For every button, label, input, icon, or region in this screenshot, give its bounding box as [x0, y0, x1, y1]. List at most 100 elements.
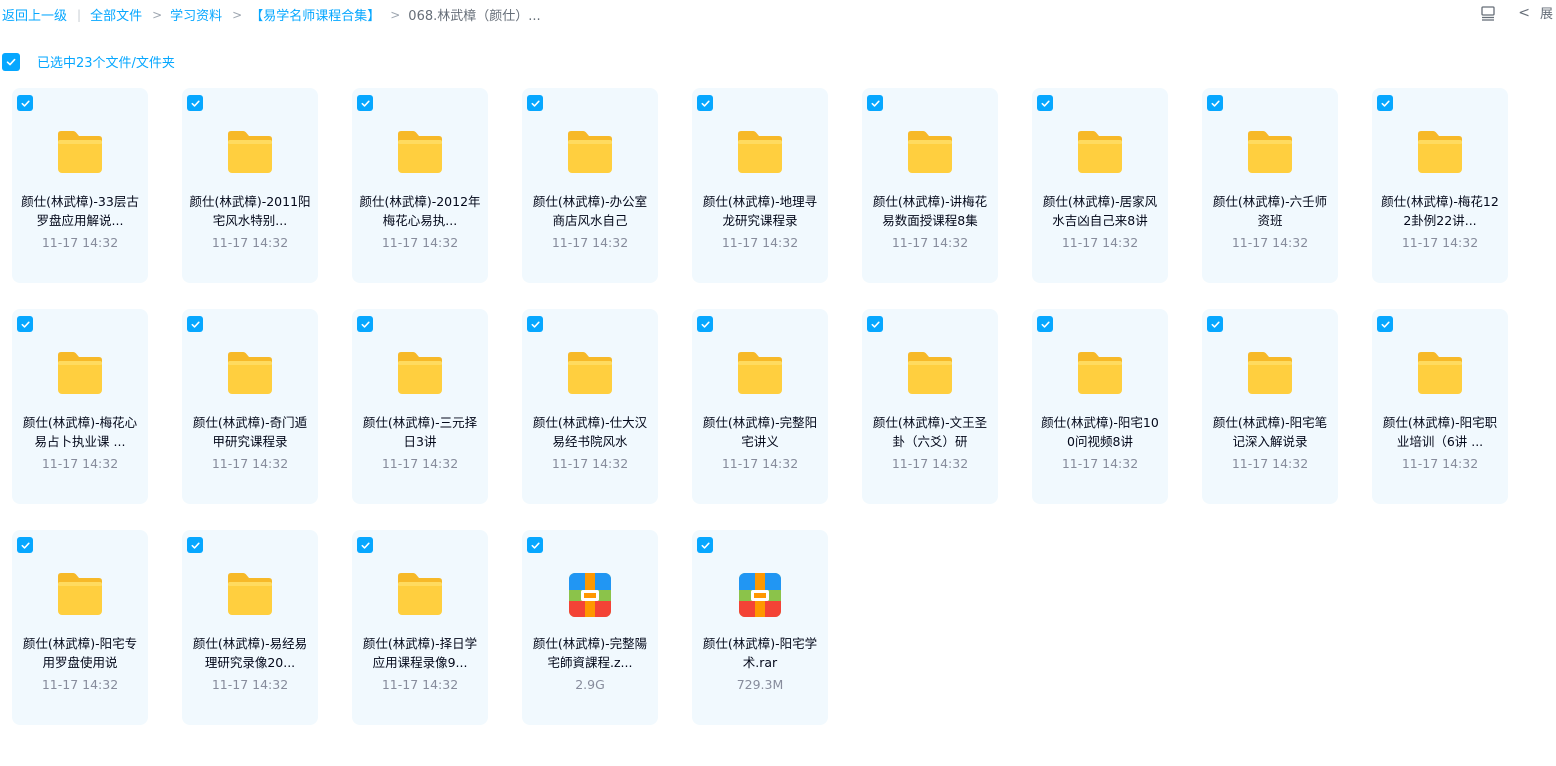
file-card[interactable]: 颜仕(林武樟)-阳宅学术.rar 729.3M	[692, 530, 828, 725]
file-name[interactable]: 颜仕(林武樟)-地理寻龙研究课程录	[698, 192, 822, 230]
file-card[interactable]: 颜仕(林武樟)-三元择日3讲 11-17 14:32	[352, 309, 488, 504]
file-name[interactable]: 颜仕(林武樟)-2011阳宅风水特别...	[188, 192, 312, 230]
file-name[interactable]: 颜仕(林武樟)-奇门遁甲研究课程录	[188, 413, 312, 451]
check-icon	[701, 542, 710, 549]
file-checkbox[interactable]	[1377, 95, 1393, 111]
check-icon	[21, 100, 30, 107]
folder-icon	[394, 128, 446, 178]
file-checkbox[interactable]	[357, 316, 373, 332]
file-checkbox[interactable]	[17, 95, 33, 111]
file-card[interactable]: 颜仕(林武樟)-完整阳宅讲义 11-17 14:32	[692, 309, 828, 504]
file-card[interactable]: 颜仕(林武樟)-2011阳宅风水特别... 11-17 14:32	[182, 88, 318, 283]
file-checkbox[interactable]	[187, 95, 203, 111]
select-all[interactable]: 已选中23个文件/文件夹	[2, 52, 175, 71]
file-card[interactable]: 颜仕(林武樟)-仕大汉易经书院风水 11-17 14:32	[522, 309, 658, 504]
file-checkbox[interactable]	[527, 537, 543, 553]
breadcrumb-collection[interactable]: 【易学名师课程合集】	[250, 5, 380, 24]
file-date: 11-17 14:32	[211, 456, 289, 471]
file-name[interactable]: 颜仕(林武樟)-33层古罗盘应用解说...	[18, 192, 142, 230]
file-name[interactable]: 颜仕(林武樟)-居家风水吉凶自己来8讲	[1038, 192, 1162, 230]
file-date: 11-17 14:32	[41, 677, 119, 692]
file-checkbox[interactable]	[697, 537, 713, 553]
file-checkbox[interactable]	[187, 316, 203, 332]
file-card[interactable]: 颜仕(林武樟)-择日学应用课程录像9... 11-17 14:32	[352, 530, 488, 725]
folder-icon	[1244, 128, 1296, 178]
select-all-checkbox[interactable]	[2, 52, 20, 71]
file-card[interactable]: 颜仕(林武樟)-易经易理研究录像20... 11-17 14:32	[182, 530, 318, 725]
file-checkbox[interactable]	[17, 316, 33, 332]
file-name[interactable]: 颜仕(林武樟)-易经易理研究录像20...	[188, 634, 312, 672]
file-checkbox[interactable]	[697, 95, 713, 111]
folder-icon	[224, 128, 276, 178]
file-checkbox[interactable]	[187, 537, 203, 553]
file-card[interactable]: 颜仕(林武樟)-地理寻龙研究课程录 11-17 14:32	[692, 88, 828, 283]
file-checkbox[interactable]	[1037, 316, 1053, 332]
file-name[interactable]: 颜仕(林武樟)-阳宅100问视频8讲	[1038, 413, 1162, 451]
breadcrumb-study[interactable]: 学习资料	[170, 5, 222, 24]
file-name[interactable]: 颜仕(林武樟)-讲梅花易数面授课程8集	[868, 192, 992, 230]
file-name[interactable]: 颜仕(林武樟)-三元择日3讲	[358, 413, 482, 451]
file-checkbox[interactable]	[527, 95, 543, 111]
list-view-icon[interactable]	[1480, 5, 1496, 21]
file-card[interactable]: 颜仕(林武樟)-梅花心易占卜执业课 ... 11-17 14:32	[12, 309, 148, 504]
file-card[interactable]: 颜仕(林武樟)-梅花122卦例22讲... 11-17 14:32	[1372, 88, 1508, 283]
file-name[interactable]: 颜仕(林武樟)-阳宅学术.rar	[698, 634, 822, 672]
file-name[interactable]: 颜仕(林武樟)-阳宅职业培训（6讲 ...	[1378, 413, 1502, 451]
file-card[interactable]: 颜仕(林武樟)-阳宅笔记深入解说录 11-17 14:32	[1202, 309, 1338, 504]
check-icon	[1381, 321, 1390, 328]
file-name[interactable]: 颜仕(林武樟)-六壬师资班	[1208, 192, 1332, 230]
check-icon	[361, 100, 370, 107]
file-card[interactable]: 颜仕(林武樟)-讲梅花易数面授课程8集 11-17 14:32	[862, 88, 998, 283]
file-card[interactable]: 颜仕(林武樟)-阳宅职业培训（6讲 ... 11-17 14:32	[1372, 309, 1508, 504]
check-icon	[191, 100, 200, 107]
file-card[interactable]: 颜仕(林武樟)-2012年梅花心易执... 11-17 14:32	[352, 88, 488, 283]
archive-icon	[734, 570, 786, 620]
file-checkbox[interactable]	[357, 537, 373, 553]
file-size: 729.3M	[736, 677, 784, 692]
file-checkbox[interactable]	[1377, 316, 1393, 332]
expand-label[interactable]: 展	[1540, 3, 1556, 22]
folder-icon	[904, 349, 956, 399]
file-checkbox[interactable]	[1207, 95, 1223, 111]
file-name[interactable]: 颜仕(林武樟)-阳宅笔记深入解说录	[1208, 413, 1332, 451]
file-name[interactable]: 颜仕(林武樟)-择日学应用课程录像9...	[358, 634, 482, 672]
file-date: 11-17 14:32	[891, 456, 969, 471]
file-name[interactable]: 颜仕(林武樟)-仕大汉易经书院风水	[528, 413, 652, 451]
file-checkbox[interactable]	[867, 95, 883, 111]
breadcrumb-all-files[interactable]: 全部文件	[90, 5, 142, 24]
file-card[interactable]: 颜仕(林武樟)-居家风水吉凶自己来8讲 11-17 14:32	[1032, 88, 1168, 283]
file-card[interactable]: 颜仕(林武樟)-办公室商店风水自己 11-17 14:32	[522, 88, 658, 283]
file-card[interactable]: 颜仕(林武樟)-六壬师资班 11-17 14:32	[1202, 88, 1338, 283]
file-checkbox[interactable]	[17, 537, 33, 553]
back-link[interactable]: 返回上一级	[2, 5, 67, 24]
file-card[interactable]: 颜仕(林武樟)-奇门遁甲研究课程录 11-17 14:32	[182, 309, 318, 504]
file-name[interactable]: 颜仕(林武樟)-阳宅专用罗盘使用说	[18, 634, 142, 672]
file-name[interactable]: 颜仕(林武樟)-文王圣卦（六爻）研	[868, 413, 992, 451]
file-checkbox[interactable]	[1207, 316, 1223, 332]
folder-icon	[54, 349, 106, 399]
folder-icon	[904, 128, 956, 178]
file-checkbox[interactable]	[357, 95, 373, 111]
file-name[interactable]: 颜仕(林武樟)-办公室商店风水自己	[528, 192, 652, 230]
view-controls: < 展	[1480, 3, 1556, 22]
file-checkbox[interactable]	[867, 316, 883, 332]
chevron-right-icon: >	[390, 7, 401, 22]
folder-icon	[1074, 128, 1126, 178]
file-checkbox[interactable]	[697, 316, 713, 332]
file-date: 11-17 14:32	[381, 235, 459, 250]
file-card[interactable]: 颜仕(林武樟)-完整陽宅師資課程.z... 2.9G	[522, 530, 658, 725]
file-card[interactable]: 颜仕(林武樟)-阳宅专用罗盘使用说 11-17 14:32	[12, 530, 148, 725]
file-name[interactable]: 颜仕(林武樟)-梅花122卦例22讲...	[1378, 192, 1502, 230]
chevron-left-icon[interactable]: <	[1518, 5, 1530, 21]
file-name[interactable]: 颜仕(林武樟)-完整阳宅讲义	[698, 413, 822, 451]
file-card[interactable]: 颜仕(林武樟)-文王圣卦（六爻）研 11-17 14:32	[862, 309, 998, 504]
file-card[interactable]: 颜仕(林武樟)-33层古罗盘应用解说... 11-17 14:32	[12, 88, 148, 283]
file-name[interactable]: 颜仕(林武樟)-2012年梅花心易执...	[358, 192, 482, 230]
file-name[interactable]: 颜仕(林武樟)-完整陽宅師資課程.z...	[528, 634, 652, 672]
check-icon	[6, 58, 16, 65]
file-checkbox[interactable]	[1037, 95, 1053, 111]
folder-icon	[734, 349, 786, 399]
file-card[interactable]: 颜仕(林武樟)-阳宅100问视频8讲 11-17 14:32	[1032, 309, 1168, 504]
file-name[interactable]: 颜仕(林武樟)-梅花心易占卜执业课 ...	[18, 413, 142, 451]
file-checkbox[interactable]	[527, 316, 543, 332]
